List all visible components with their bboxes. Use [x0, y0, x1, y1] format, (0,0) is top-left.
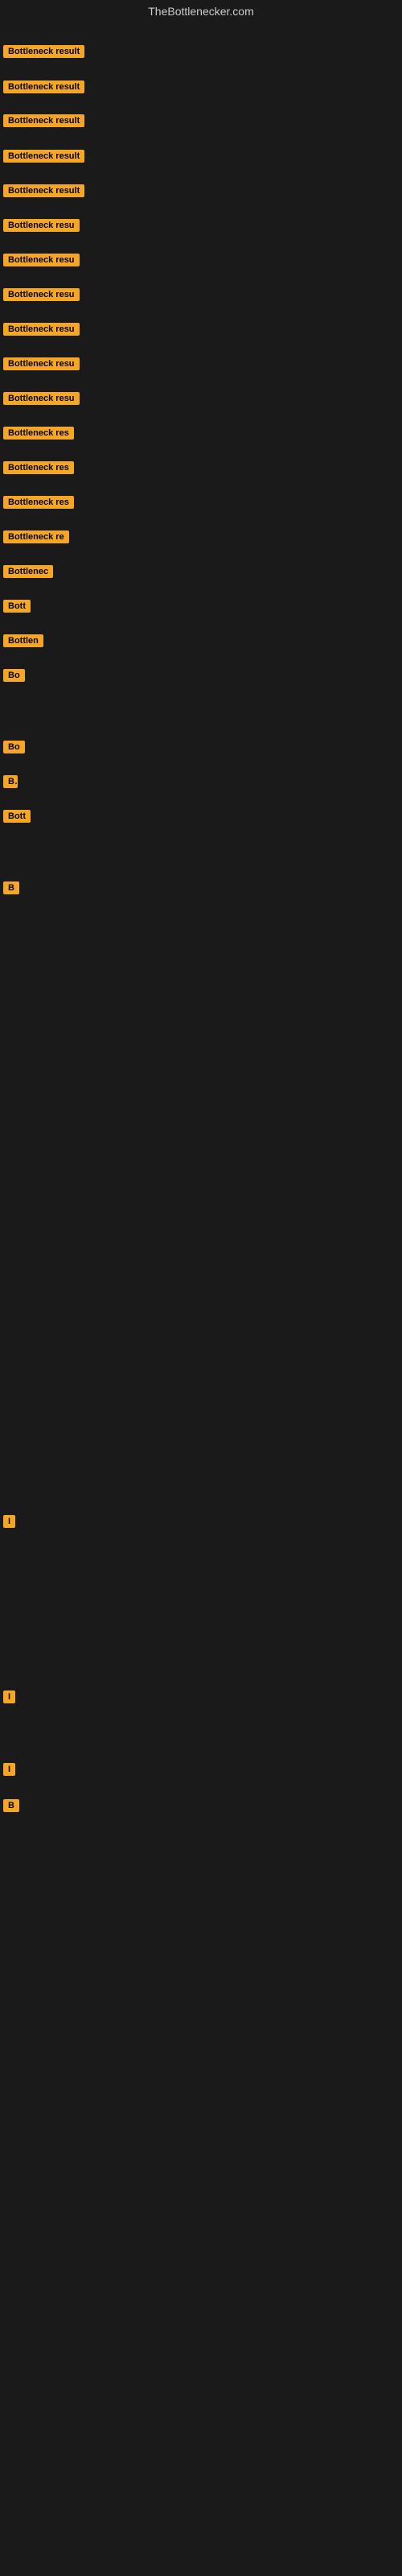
- bottleneck-result-row: Bottleneck result: [3, 45, 84, 62]
- bottleneck-result-row: Bo: [3, 669, 25, 686]
- bottleneck-result-row: Bottleneck re: [3, 530, 69, 547]
- bottleneck-result-badge[interactable]: Bottleneck resu: [3, 392, 80, 405]
- bottleneck-result-row: B: [3, 775, 18, 792]
- bottleneck-result-row: Bottleneck result: [3, 80, 84, 97]
- bottleneck-result-row: Bo: [3, 741, 25, 758]
- bottleneck-result-badge[interactable]: Bottleneck resu: [3, 219, 80, 232]
- bottleneck-result-row: I: [3, 1690, 15, 1707]
- bottleneck-result-row: Bottleneck resu: [3, 254, 80, 270]
- bottleneck-result-row: Bottlen: [3, 634, 43, 651]
- bottleneck-result-badge[interactable]: Bottleneck resu: [3, 357, 80, 370]
- bottleneck-result-badge[interactable]: Bottlen: [3, 634, 43, 647]
- bottleneck-result-badge[interactable]: Bottleneck result: [3, 45, 84, 58]
- bottleneck-result-row: Bottleneck res: [3, 496, 74, 513]
- bottleneck-result-badge[interactable]: Bottleneck resu: [3, 323, 80, 336]
- bottleneck-result-row: I: [3, 1763, 15, 1780]
- bottleneck-result-badge[interactable]: Bo: [3, 741, 25, 753]
- site-title: TheBottlenecker.com: [0, 0, 402, 23]
- bottleneck-result-badge[interactable]: Bottleneck result: [3, 150, 84, 163]
- bottleneck-result-row: Bottleneck resu: [3, 392, 80, 409]
- bottleneck-result-row: B: [3, 1799, 19, 1816]
- bottleneck-result-badge[interactable]: Bottleneck resu: [3, 288, 80, 301]
- bottleneck-result-badge[interactable]: Bottleneck re: [3, 530, 69, 543]
- bottleneck-result-row: Bott: [3, 600, 31, 617]
- bottleneck-result-row: I: [3, 1515, 15, 1532]
- bottleneck-result-badge[interactable]: Bott: [3, 600, 31, 613]
- bottleneck-result-badge[interactable]: Bottleneck result: [3, 184, 84, 197]
- bottleneck-result-row: Bottleneck resu: [3, 219, 80, 236]
- bottleneck-result-row: B: [3, 881, 19, 898]
- bottleneck-result-badge[interactable]: B: [3, 1799, 19, 1812]
- bottleneck-result-badge[interactable]: B: [3, 775, 18, 788]
- bottleneck-result-row: Bottleneck resu: [3, 357, 80, 374]
- bottleneck-result-badge[interactable]: I: [3, 1690, 15, 1703]
- bottleneck-result-badge[interactable]: Bottleneck result: [3, 80, 84, 93]
- bottleneck-result-row: Bott: [3, 810, 31, 827]
- bottleneck-result-badge[interactable]: I: [3, 1763, 15, 1776]
- bottleneck-result-badge[interactable]: Bottleneck res: [3, 496, 74, 509]
- bottleneck-result-row: Bottleneck result: [3, 114, 84, 131]
- bottleneck-result-badge[interactable]: Bottleneck resu: [3, 254, 80, 266]
- bottleneck-result-badge[interactable]: I: [3, 1515, 15, 1528]
- bottleneck-result-badge[interactable]: Bottleneck res: [3, 427, 74, 440]
- bottleneck-result-badge[interactable]: B: [3, 881, 19, 894]
- bottleneck-result-badge[interactable]: Bottlenec: [3, 565, 53, 578]
- bottleneck-result-row: Bottleneck res: [3, 427, 74, 444]
- bottleneck-result-badge[interactable]: Bott: [3, 810, 31, 823]
- bottleneck-result-row: Bottleneck res: [3, 461, 74, 478]
- bottleneck-result-row: Bottleneck resu: [3, 288, 80, 305]
- bottleneck-result-badge[interactable]: Bottleneck result: [3, 114, 84, 127]
- bottleneck-result-badge[interactable]: Bo: [3, 669, 25, 682]
- bottleneck-result-row: Bottleneck result: [3, 184, 84, 201]
- bottleneck-result-badge[interactable]: Bottleneck res: [3, 461, 74, 474]
- bottleneck-result-row: Bottlenec: [3, 565, 53, 582]
- bottleneck-result-row: Bottleneck resu: [3, 323, 80, 340]
- bottleneck-result-row: Bottleneck result: [3, 150, 84, 167]
